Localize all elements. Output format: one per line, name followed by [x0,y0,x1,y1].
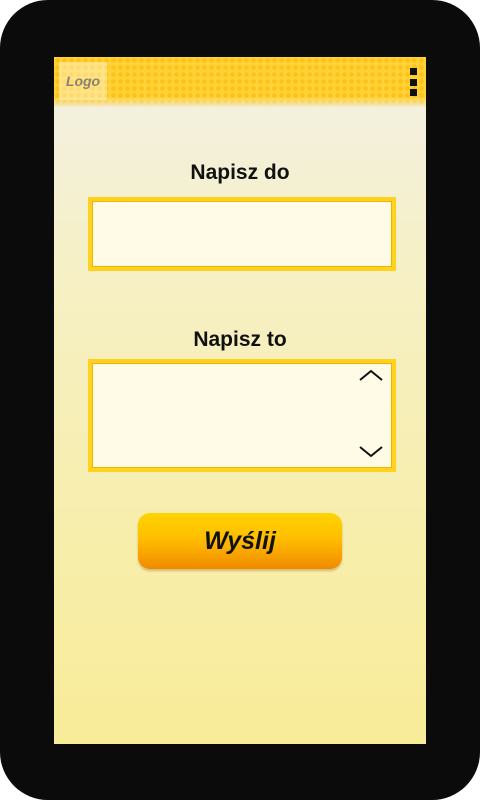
menu-dot [409,68,417,75]
top-bar: Logo [54,57,426,107]
menu-dot [409,89,417,96]
message-label: Napisz to [193,328,287,351]
menu-dot [409,78,417,86]
message-textarea[interactable] [88,359,396,472]
device-frame: Logo Napisz do Napisz to Wyślij [0,0,480,800]
recipient-label: Napisz do [190,161,290,184]
recipient-input[interactable] [88,197,396,271]
overflow-menu-icon[interactable] [408,68,418,96]
app-screen: Logo Napisz do Napisz to Wyślij [54,57,426,744]
send-button[interactable]: Wyślij [138,513,342,569]
logo: Logo [59,62,107,100]
chevron-up-icon[interactable] [358,367,384,383]
chevron-down-icon[interactable] [358,444,384,460]
